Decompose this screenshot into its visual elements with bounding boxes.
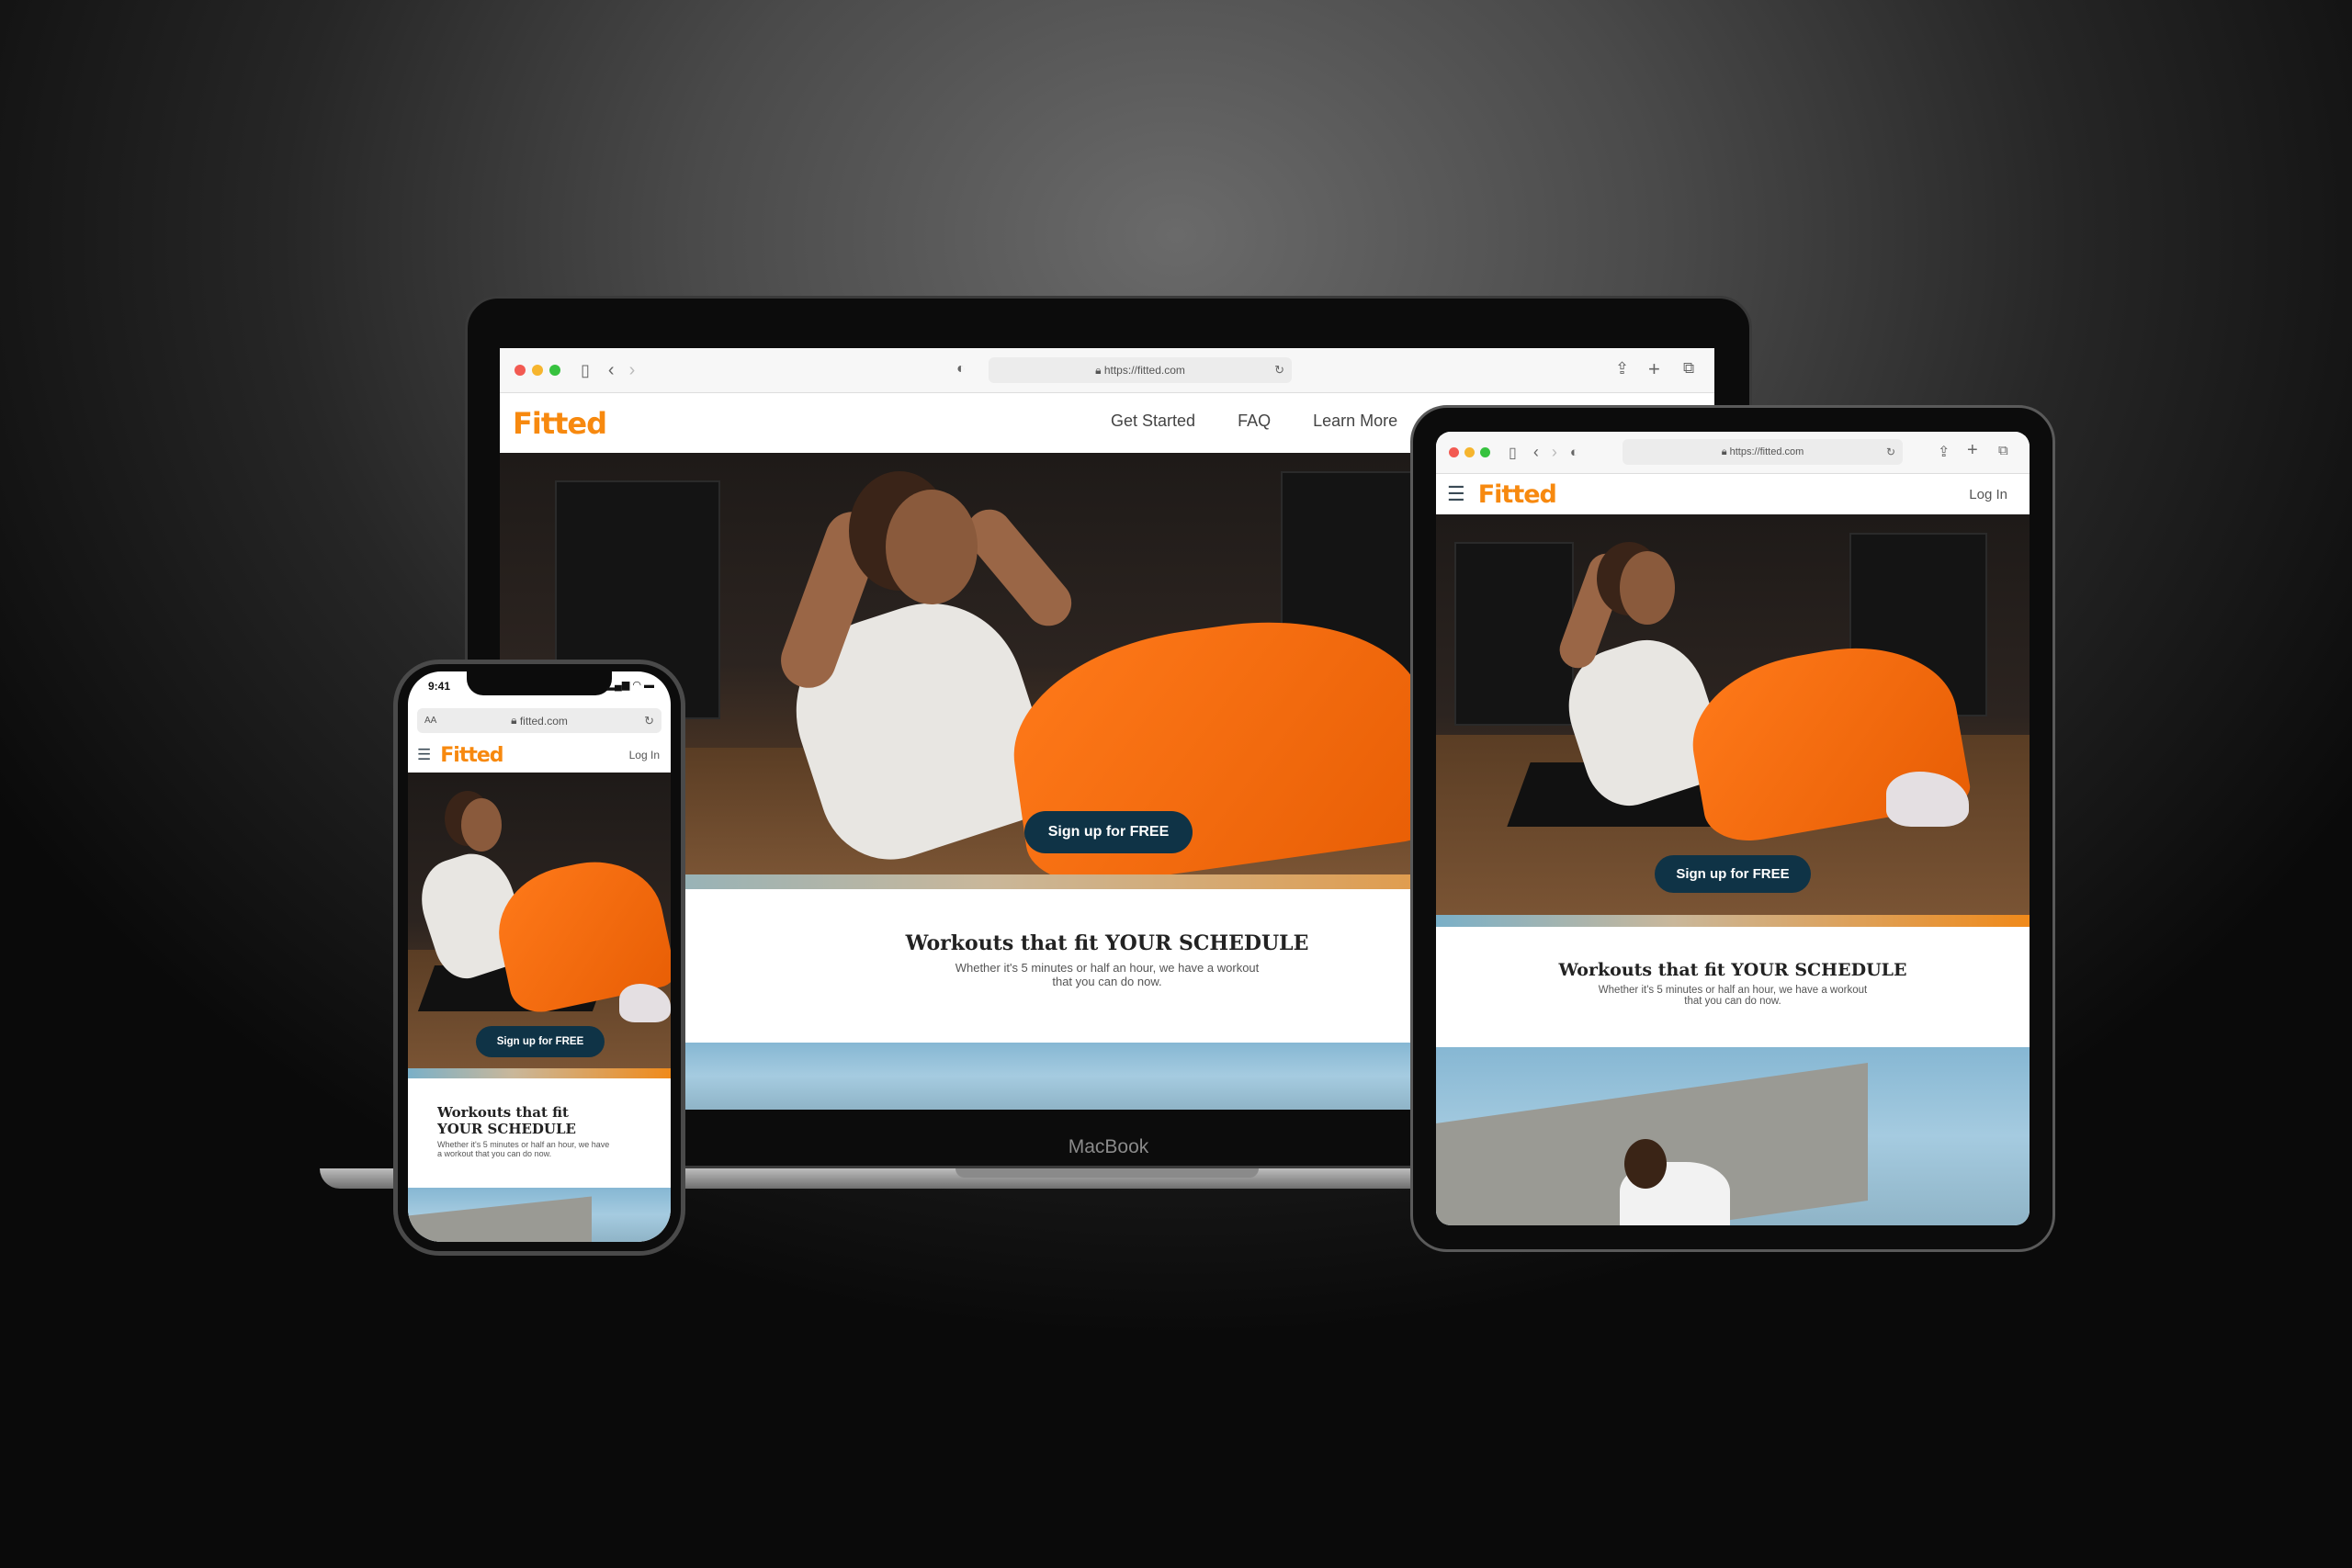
intro-section: Workouts that fit YOUR SCHEDULE Whether … bbox=[1436, 927, 2030, 1047]
close-button[interactable] bbox=[1449, 447, 1459, 457]
share-icon[interactable]: ⇪ bbox=[1615, 359, 1629, 378]
sidebar-icon[interactable]: ▯ bbox=[1509, 444, 1517, 462]
workout-photo bbox=[408, 1188, 671, 1242]
signup-button[interactable]: Sign up for FREE bbox=[1024, 811, 1193, 853]
nav-learn-more[interactable]: Learn More bbox=[1313, 412, 1397, 431]
workout-photo bbox=[1436, 1047, 2030, 1225]
tabs-icon[interactable]: ⧉ bbox=[1683, 359, 1694, 378]
forward-icon[interactable]: › bbox=[629, 360, 636, 381]
nav-faq[interactable]: FAQ bbox=[1238, 412, 1271, 431]
menu-icon[interactable]: ☰ bbox=[1447, 482, 1465, 506]
address-bar[interactable]: 🔒︎ https://fitted.com ↻ bbox=[989, 357, 1292, 383]
accent-stripe bbox=[1436, 915, 2030, 927]
url-text: https://fitted.com bbox=[1103, 364, 1185, 377]
minimize-button[interactable] bbox=[532, 365, 543, 376]
url-text: fitted.com bbox=[519, 714, 568, 728]
new-tab-icon[interactable]: + bbox=[1967, 440, 1978, 461]
reload-icon[interactable]: ↻ bbox=[644, 714, 654, 728]
lock-icon: 🔒︎ bbox=[511, 714, 517, 727]
forward-icon[interactable]: › bbox=[1552, 443, 1557, 462]
browser-toolbar: ▯ ‹ › ◐ 🔒︎ https://fitted.com ↻ ⇪ + ⧉ bbox=[500, 348, 1714, 393]
share-icon[interactable]: ⇪ bbox=[1938, 443, 1950, 461]
section-headline-2: YOUR SCHEDULE bbox=[437, 1121, 576, 1137]
back-icon[interactable]: ‹ bbox=[1533, 443, 1539, 462]
menu-icon[interactable]: ☰ bbox=[417, 746, 431, 764]
back-icon[interactable]: ‹ bbox=[608, 360, 615, 381]
section-subtext-2: that you can do now. bbox=[1684, 996, 1781, 1007]
signup-button[interactable]: Sign up for FREE bbox=[476, 1026, 605, 1057]
logo[interactable]: Fitted bbox=[440, 744, 503, 767]
address-bar[interactable]: AA 🔒︎ fitted.com ↻ bbox=[417, 708, 662, 733]
phone-screen: 9:41 ▂▄▆ ◠ ▬ AA 🔒︎ fitted.com ↻ ☰ Fitted… bbox=[408, 671, 671, 1242]
phone-notch bbox=[467, 671, 612, 695]
logo[interactable]: Fitted bbox=[1478, 480, 1557, 509]
reload-icon[interactable]: ↻ bbox=[1886, 446, 1895, 458]
signup-button[interactable]: Sign up for FREE bbox=[1655, 855, 1811, 893]
lock-icon: 🔒︎ bbox=[1721, 446, 1727, 457]
site-header: ☰ Fitted Log In bbox=[408, 738, 671, 773]
login-link[interactable]: Log In bbox=[1969, 487, 2007, 502]
main-nav: Get Started FAQ Learn More bbox=[1111, 412, 1397, 431]
minimize-button[interactable] bbox=[1464, 447, 1475, 457]
maximize-button[interactable] bbox=[549, 365, 560, 376]
browser-toolbar: ▯ ‹ › ◐ 🔒︎ https://fitted.com ↻ ⇪ + ⧉ bbox=[1436, 432, 2030, 474]
section-subtext-2: a workout that you can do now. bbox=[437, 1149, 552, 1158]
section-subtext-1: Whether it's 5 minutes or half an hour, … bbox=[1598, 985, 1868, 996]
accent-stripe bbox=[408, 1068, 671, 1078]
reload-icon[interactable]: ↻ bbox=[1274, 363, 1284, 378]
nav-get-started[interactable]: Get Started bbox=[1111, 412, 1195, 431]
section-headline: Workouts that fit YOUR SCHEDULE bbox=[1558, 960, 1907, 980]
close-button[interactable] bbox=[514, 365, 526, 376]
intro-section: Workouts that fit YOUR SCHEDULE Whether … bbox=[408, 1078, 671, 1188]
lock-icon: 🔒︎ bbox=[1095, 363, 1102, 377]
laptop-notch bbox=[956, 1168, 1259, 1178]
site-header: ☰ Fitted Log In bbox=[1436, 474, 2030, 514]
status-time: 9:41 bbox=[428, 680, 451, 693]
sidebar-icon[interactable]: ▯ bbox=[581, 361, 590, 380]
tablet-screen: ▯ ‹ › ◐ 🔒︎ https://fitted.com ↻ ⇪ + ⧉ ☰ … bbox=[1436, 432, 2030, 1225]
section-subtext-1: Whether it's 5 minutes or half an hour, … bbox=[437, 1140, 610, 1149]
text-size-button[interactable]: AA bbox=[424, 716, 436, 726]
tabs-icon[interactable]: ⧉ bbox=[1998, 443, 2008, 458]
section-headline-1: Workouts that fit bbox=[437, 1104, 569, 1121]
logo[interactable]: Fitted bbox=[513, 406, 607, 441]
address-bar[interactable]: 🔒︎ https://fitted.com ↻ bbox=[1623, 439, 1903, 465]
shield-icon[interactable]: ◐ bbox=[956, 361, 966, 378]
login-link[interactable]: Log In bbox=[629, 749, 660, 761]
hero-image bbox=[408, 773, 671, 1068]
status-icons: ▂▄▆ ◠ ▬ bbox=[606, 680, 654, 691]
maximize-button[interactable] bbox=[1480, 447, 1490, 457]
shield-icon[interactable]: ◐ bbox=[1570, 445, 1578, 460]
url-text: https://fitted.com bbox=[1729, 446, 1804, 457]
new-tab-icon[interactable]: + bbox=[1648, 357, 1660, 381]
